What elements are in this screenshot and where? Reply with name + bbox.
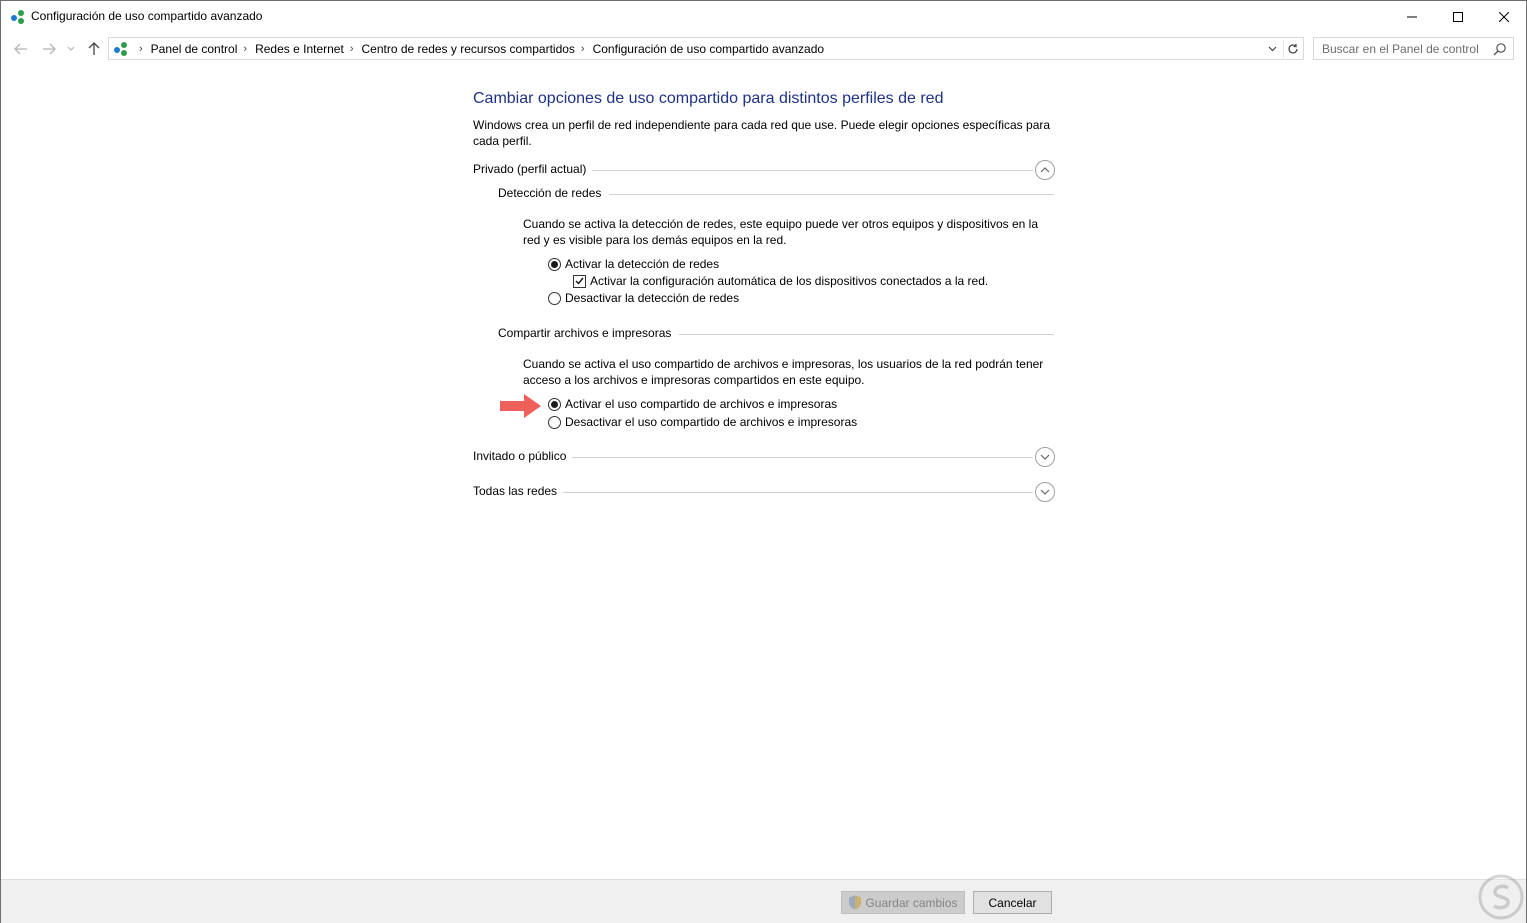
file-sharing-off-radio[interactable]: Desactivar el uso compartido de archivos… xyxy=(548,415,857,429)
file-sharing-heading: Compartir archivos e impresoras xyxy=(498,326,1054,342)
radio-button-checked[interactable] xyxy=(548,397,561,411)
uac-shield-icon xyxy=(849,895,862,910)
arrow-right-icon xyxy=(500,394,541,418)
minimize-icon xyxy=(1407,16,1417,17)
main-content: Cambiar opciones de uso compartido para … xyxy=(1,66,1526,879)
save-changes-label: Guardar cambios xyxy=(865,895,958,910)
chevron-right-icon: › xyxy=(139,43,143,55)
network-sharing-icon xyxy=(11,10,24,24)
address-dropdown-button[interactable] xyxy=(1265,41,1279,57)
close-icon xyxy=(1499,11,1509,22)
profile-header-guest[interactable]: Invitado o público xyxy=(473,447,1055,467)
file-sharing-title: Compartir archivos e impresoras xyxy=(498,326,680,340)
profile-header-private[interactable]: Privado (perfil actual) xyxy=(473,160,1055,180)
auto-setup-label[interactable]: Activar la configuración automática de l… xyxy=(590,274,988,288)
chevron-right-icon[interactable]: › xyxy=(243,43,247,55)
up-button[interactable] xyxy=(84,39,104,59)
chevron-up-icon xyxy=(1040,167,1050,173)
title-bar: Configuración de uso compartido avanzado xyxy=(1,1,1526,32)
chevron-down-icon xyxy=(1268,46,1276,52)
forward-button[interactable] xyxy=(39,39,59,59)
file-sharing-on-radio[interactable]: Activar el uso compartido de archivos e … xyxy=(548,397,837,411)
auto-setup-checkbox[interactable]: Activar la configuración automática de l… xyxy=(573,274,988,288)
file-sharing-description: Cuando se activa el uso compartido de ar… xyxy=(523,357,1044,387)
network-discovery-off-radio[interactable]: Desactivar la detección de redes xyxy=(548,291,739,305)
save-changes-button[interactable]: Guardar cambios xyxy=(841,891,965,914)
refresh-button[interactable] xyxy=(1283,40,1301,58)
network-discovery-description: Cuando se activa la detección de redes, … xyxy=(523,217,1038,247)
maximize-icon xyxy=(1453,11,1463,22)
search-box[interactable] xyxy=(1313,37,1514,60)
arrow-left-icon xyxy=(14,43,27,55)
checkmark-icon xyxy=(575,277,584,285)
window: Configuración de uso compartido avanzado xyxy=(0,0,1527,923)
footer-bar: Guardar cambios Cancelar xyxy=(1,879,1526,923)
search-input[interactable] xyxy=(1314,38,1490,59)
network-discovery-heading: Detección de redes xyxy=(498,186,1054,202)
close-button[interactable] xyxy=(1481,1,1527,32)
chevron-right-icon[interactable]: › xyxy=(350,43,354,55)
arrow-right-icon xyxy=(43,43,56,55)
expand-all-networks-button[interactable] xyxy=(1035,482,1055,502)
address-bar[interactable]: › Panel de control › Redes e Internet › … xyxy=(108,37,1304,60)
minimize-button[interactable] xyxy=(1389,1,1435,32)
navigation-bar: › Panel de control › Redes e Internet › … xyxy=(1,32,1526,66)
profile-header-all[interactable]: Todas las redes xyxy=(473,482,1055,502)
search-icon[interactable] xyxy=(1493,42,1507,56)
radio-button-checked[interactable] xyxy=(548,257,561,271)
breadcrumb-item-panel-de-control[interactable]: Panel de control xyxy=(151,42,238,56)
file-sharing-off-label[interactable]: Desactivar el uso compartido de archivos… xyxy=(565,415,857,429)
page-description: Windows crea un perfil de red independie… xyxy=(473,118,1051,148)
network-discovery-off-label[interactable]: Desactivar la detección de redes xyxy=(565,291,739,305)
chevron-down-icon xyxy=(67,46,75,51)
network-discovery-on-radio[interactable]: Activar la detección de redes xyxy=(548,257,719,271)
chevron-down-icon xyxy=(1040,454,1050,460)
maximize-button[interactable] xyxy=(1435,1,1481,32)
network-discovery-on-label[interactable]: Activar la detección de redes xyxy=(565,257,719,271)
profile-label-private: Privado (perfil actual) xyxy=(473,162,593,176)
window-title: Configuración de uso compartido avanzado xyxy=(31,9,263,23)
checkbox-checked[interactable] xyxy=(573,274,586,288)
refresh-icon xyxy=(1287,44,1298,54)
breadcrumb-item-centro-de-redes[interactable]: Centro de redes y recursos compartidos xyxy=(361,42,574,56)
chevron-right-icon[interactable]: › xyxy=(581,43,585,55)
cancel-button[interactable]: Cancelar xyxy=(973,891,1052,914)
radio-button[interactable] xyxy=(548,291,561,305)
back-button[interactable] xyxy=(11,39,31,59)
radio-button[interactable] xyxy=(548,415,561,429)
breadcrumb-item-redes-e-internet[interactable]: Redes e Internet xyxy=(255,42,344,56)
chevron-down-icon xyxy=(1040,489,1050,495)
network-sharing-icon xyxy=(114,42,127,56)
collapse-private-button[interactable] xyxy=(1035,160,1055,180)
expand-guest-button[interactable] xyxy=(1035,447,1055,467)
profile-label-guest: Invitado o público xyxy=(473,449,573,463)
file-sharing-on-label[interactable]: Activar el uso compartido de archivos e … xyxy=(565,397,837,411)
breadcrumb: › Panel de control › Redes e Internet › … xyxy=(133,42,824,56)
recent-locations-button[interactable] xyxy=(64,39,78,59)
arrow-up-icon xyxy=(88,42,100,55)
breadcrumb-item-current[interactable]: Configuración de uso compartido avanzado xyxy=(593,42,824,56)
page-title: Cambiar opciones de uso compartido para … xyxy=(473,90,944,107)
profile-label-all: Todas las redes xyxy=(473,484,564,498)
network-discovery-title: Detección de redes xyxy=(498,186,610,200)
logo-watermark-icon xyxy=(1478,874,1524,920)
